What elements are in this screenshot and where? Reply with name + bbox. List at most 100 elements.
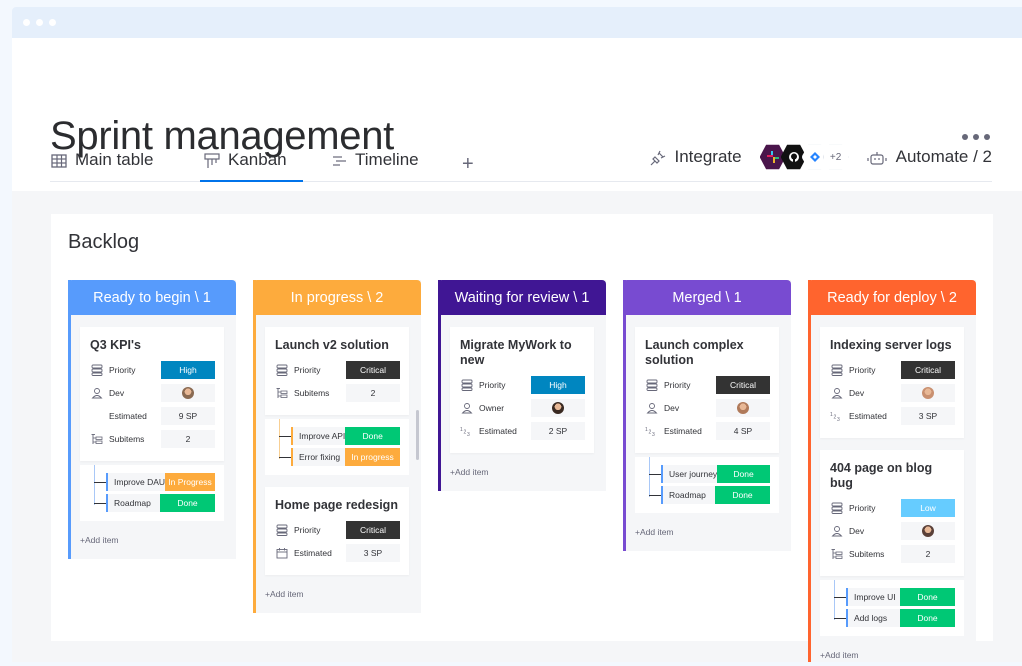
status-pill[interactable]: Low (901, 499, 955, 517)
status-pill[interactable]: Critical (901, 361, 955, 379)
person-cell[interactable] (531, 399, 585, 417)
subitem-status[interactable]: Done (717, 465, 770, 483)
subitem-row[interactable]: Improve DAU In Progress (94, 473, 215, 491)
kanban-card[interactable]: Migrate MyWork to new Priority High Owner 1 2… (450, 327, 594, 453)
board-area: Backlog Ready to begin \ 1 Q3 KPI's Priori… (12, 191, 1022, 662)
integration-apps[interactable]: +2 (759, 144, 849, 170)
column-header[interactable]: Waiting for review \ 1 (438, 280, 606, 315)
priority-icon (830, 502, 844, 514)
status-pill[interactable]: Critical (346, 521, 400, 539)
person-cell[interactable] (716, 399, 770, 417)
field-value[interactable]: 3 SP (901, 407, 955, 425)
integrate-button[interactable]: Integrate +2 (649, 144, 849, 170)
card-title[interactable]: Migrate MyWork to new (460, 338, 585, 368)
subitems-tree-line (279, 419, 289, 459)
field-label: Priority (479, 380, 506, 390)
card-title[interactable]: Home page redesign (275, 498, 400, 513)
card-title[interactable]: Q3 KPI's (90, 338, 215, 353)
field-value[interactable]: 2 (346, 384, 400, 402)
field-label: Dev (849, 526, 865, 536)
automate-label: Automate / 2 (895, 147, 992, 166)
add-item-button[interactable]: +Add item (450, 465, 594, 481)
kanban-card[interactable]: Indexing server logs Priority Critical Dev 1… (820, 327, 964, 438)
subitem-row[interactable]: Roadmap Done (649, 486, 770, 504)
kanban-card[interactable]: Launch complex solution Priority Critical D… (635, 327, 779, 453)
card-field: 1 2 3 Estimated 4 SP (645, 422, 770, 440)
kanban-card[interactable]: 404 page on blog bug Priority Low Dev Subite… (820, 450, 964, 576)
avatar (182, 387, 194, 399)
subitem-row[interactable]: User journey Done (649, 465, 770, 483)
subitem-status[interactable]: Done (715, 486, 770, 504)
window-dot (23, 19, 30, 26)
kanban-card[interactable]: Launch v2 solution Priority Critical Subite… (265, 327, 409, 415)
status-pill[interactable]: Critical (346, 361, 400, 379)
tab-timeline[interactable]: Timeline (330, 150, 419, 182)
column-body: Launch complex solution Priority Critical D… (626, 315, 791, 551)
card-title[interactable]: Indexing server logs (830, 338, 955, 353)
column-header[interactable]: In progress \ 2 (253, 280, 421, 315)
subitem-status[interactable]: In Progress (165, 473, 215, 491)
card-title[interactable]: Launch complex solution (645, 338, 770, 368)
subitem-row[interactable]: Improve UI Done (834, 588, 955, 606)
window-dot (49, 19, 56, 26)
kanban-board: Backlog Ready to begin \ 1 Q3 KPI's Priori… (51, 214, 993, 662)
automate-button[interactable]: Automate / 2 (867, 147, 992, 167)
subitem-status[interactable]: Done (900, 609, 955, 627)
field-label: Priority (294, 365, 321, 375)
more-options-button[interactable] (962, 134, 990, 140)
kanban-column: Ready to begin \ 1 Q3 KPI's Priority High De… (68, 280, 236, 559)
subitem-status[interactable]: Done (900, 588, 955, 606)
card-field: Estimated 3 SP (275, 544, 400, 562)
card-title[interactable]: 404 page on blog bug (830, 461, 955, 491)
subitem-name: Improve API (299, 431, 346, 441)
card-field: Priority High (90, 361, 215, 379)
field-value[interactable]: 2 (901, 545, 955, 563)
tab-kanban[interactable]: Kanban (200, 150, 303, 182)
kanban-column: Ready for deploy \ 2 Indexing server logs… (808, 280, 976, 662)
field-value[interactable]: 9 SP (161, 407, 215, 425)
field-label: Priority (849, 503, 876, 513)
kanban-card[interactable]: Q3 KPI's Priority High Dev Estimated 9 SP Subi… (80, 327, 224, 461)
subitem-row[interactable]: Roadmap Done (94, 494, 215, 512)
status-pill[interactable]: High (531, 376, 585, 394)
field-label: Estimated (294, 548, 332, 558)
add-item-button[interactable]: +Add item (820, 648, 964, 662)
status-pill[interactable]: High (161, 361, 215, 379)
field-value[interactable]: 2 SP (531, 422, 585, 440)
subitem-status[interactable]: In progress (345, 448, 400, 466)
card-title[interactable]: Launch v2 solution (275, 338, 400, 353)
subitem-row[interactable]: Improve API Done (279, 427, 400, 445)
person-cell[interactable] (161, 384, 215, 402)
add-item-button[interactable]: +Add item (265, 587, 409, 603)
window-dot (36, 19, 43, 26)
avatar (737, 402, 749, 414)
subitem-row[interactable]: Add logs Done (834, 609, 955, 627)
field-value[interactable]: 3 SP (346, 544, 400, 562)
subitem-status[interactable]: Done (345, 427, 400, 445)
field-label: Estimated (664, 426, 702, 436)
person-icon (460, 402, 474, 414)
add-item-button[interactable]: +Add item (635, 525, 779, 541)
calendar-icon (275, 547, 289, 559)
subitem-name: User journey (669, 469, 718, 479)
column-scrollbar[interactable] (416, 410, 419, 460)
board-toolbar: Integrate +2 Automate / 2 (649, 144, 992, 179)
person-cell[interactable] (901, 522, 955, 540)
field-label: Owner (479, 403, 505, 413)
kanban-card[interactable]: Home page redesign Priority Critical Estima… (265, 487, 409, 575)
tab-main-table[interactable]: Main table (50, 150, 153, 182)
subitem-status[interactable]: Done (160, 494, 215, 512)
more-dot-icon (962, 134, 968, 140)
card-field: Dev (830, 522, 955, 540)
status-pill[interactable]: Critical (716, 376, 770, 394)
person-cell[interactable] (901, 384, 955, 402)
column-header[interactable]: Ready for deploy \ 2 (808, 280, 976, 315)
add-item-button[interactable]: +Add item (80, 533, 224, 549)
field-value[interactable]: 2 (161, 430, 215, 448)
column-header[interactable]: Merged \ 1 (623, 280, 791, 315)
field-value[interactable]: 4 SP (716, 422, 770, 440)
avatar (922, 387, 934, 399)
add-view-button[interactable]: + (462, 153, 474, 176)
column-header[interactable]: Ready to begin \ 1 (68, 280, 236, 315)
subitem-row[interactable]: Error fixing In progress (279, 448, 400, 466)
